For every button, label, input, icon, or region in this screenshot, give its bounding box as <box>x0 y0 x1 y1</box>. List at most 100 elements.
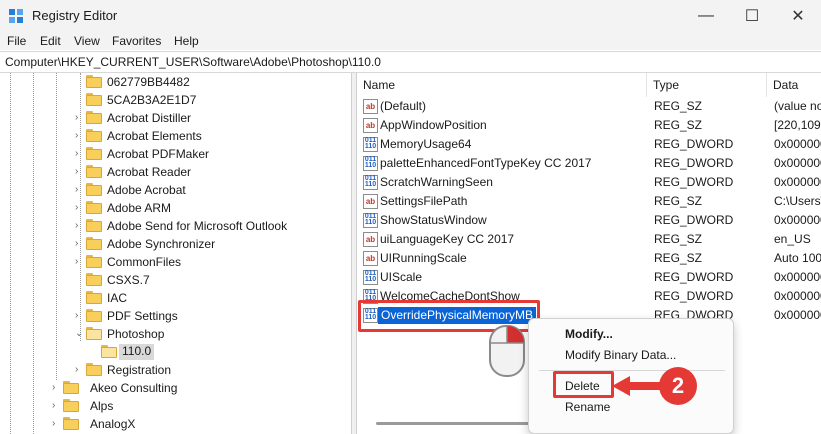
tree-item[interactable]: › Akeo Consulting <box>0 379 351 397</box>
value-name: MemoryUsage64 <box>380 137 472 151</box>
value-data: C:\Users\ <box>774 194 821 208</box>
value-type: REG_DWORD <box>654 213 734 227</box>
value-row[interactable]: 011 110 MemoryUsage64 REG_DWORD 0x000000 <box>357 135 821 154</box>
minimize-button[interactable]: — <box>683 0 729 32</box>
tree-item[interactable]: › Adobe ARM <box>0 199 351 217</box>
tree-item[interactable]: › Adobe Acrobat <box>0 181 351 199</box>
collapse-chevron-icon[interactable]: ⌄ <box>75 325 85 343</box>
expand-chevron-icon[interactable]: › <box>75 235 85 253</box>
value-type: REG_SZ <box>654 194 703 208</box>
value-row[interactable]: ab SettingsFilePath REG_SZ C:\Users\ <box>357 192 821 211</box>
tree-item[interactable]: › Acrobat Elements <box>0 127 351 145</box>
close-button[interactable]: ✕ <box>775 0 821 32</box>
menu-rename[interactable]: Rename <box>565 400 610 414</box>
tree-item-selected[interactable]: 110.0 <box>0 343 351 361</box>
expand-chevron-icon[interactable]: › <box>52 415 62 433</box>
value-row[interactable]: ab AppWindowPosition REG_SZ [220,109, <box>357 116 821 135</box>
tree-item[interactable]: › Acrobat Distiller <box>0 109 351 127</box>
tree-item-label: Adobe ARM <box>107 201 172 215</box>
value-name: AppWindowPosition <box>380 118 487 132</box>
tree-item-label: Acrobat Reader <box>107 165 192 179</box>
expand-chevron-icon[interactable]: › <box>75 109 85 127</box>
value-data: 0x000000 <box>774 308 821 322</box>
expand-chevron-icon[interactable]: › <box>75 217 85 235</box>
tree-item[interactable]: › PDF Settings <box>0 307 351 325</box>
value-row[interactable]: ab (Default) REG_SZ (value no <box>357 97 821 116</box>
maximize-button[interactable]: ☐ <box>729 0 775 32</box>
tree-item[interactable]: › Alps <box>0 397 351 415</box>
tree-item-label: Acrobat Distiller <box>107 111 192 125</box>
folder-icon <box>86 255 102 268</box>
menu-edit[interactable]: Edit <box>40 34 61 48</box>
tree-item[interactable]: › Acrobat Reader <box>0 163 351 181</box>
address-bar[interactable]: Computer\HKEY_CURRENT_USER\Software\Adob… <box>0 51 821 73</box>
menu-file[interactable]: File <box>7 34 26 48</box>
folder-icon <box>86 93 102 106</box>
folder-icon <box>86 309 102 322</box>
tree-item[interactable]: › Acrobat PDFMaker <box>0 145 351 163</box>
key-tree-pane[interactable]: 062779BB4482 5CA2B3A2E1D7 › Acrobat Dist… <box>0 73 352 434</box>
expand-chevron-icon[interactable]: › <box>75 361 85 379</box>
tree-item[interactable]: › Adobe Synchronizer <box>0 235 351 253</box>
tree-item[interactable]: CSXS.7 <box>0 271 351 289</box>
tree-item-label: CSXS.7 <box>107 273 150 287</box>
expand-chevron-icon[interactable]: › <box>52 397 62 415</box>
folder-icon <box>63 381 79 394</box>
menu-bar: File Edit View Favorites Help <box>0 32 821 50</box>
column-header-data[interactable]: Data <box>767 73 821 97</box>
expand-chevron-icon[interactable]: › <box>75 163 85 181</box>
tree-item[interactable]: 5CA2B3A2E1D7 <box>0 91 351 109</box>
tree-item-label: Registration <box>107 363 172 377</box>
value-data: 0x000000 <box>774 289 821 303</box>
value-row[interactable]: 011 110 ScratchWarningSeen REG_DWORD 0x0… <box>357 173 821 192</box>
tree-item[interactable]: IAC <box>0 289 351 307</box>
tree-item[interactable]: 062779BB4482 <box>0 73 351 91</box>
value-data: en_US <box>774 232 811 246</box>
tree-item-label: Adobe Send for Microsoft Outlook <box>107 219 288 233</box>
close-icon: ✕ <box>791 8 805 25</box>
column-header-type[interactable]: Type <box>647 73 767 97</box>
menu-view[interactable]: View <box>74 34 100 48</box>
menu-modify[interactable]: Modify... <box>565 327 613 341</box>
tree-item-label: 5CA2B3A2E1D7 <box>107 93 197 107</box>
value-data: 0x000000 <box>774 156 821 170</box>
tree-item-label: PDF Settings <box>107 309 178 323</box>
menu-favorites[interactable]: Favorites <box>112 34 161 48</box>
tree-item[interactable]: › Adobe Send for Microsoft Outlook <box>0 217 351 235</box>
folder-icon <box>63 399 79 412</box>
expand-chevron-icon[interactable]: › <box>75 199 85 217</box>
value-name: paletteEnhancedFontTypeKey CC 2017 <box>380 156 592 170</box>
folder-icon <box>86 237 102 250</box>
value-row[interactable]: 011 110 ShowStatusWindow REG_DWORD 0x000… <box>357 211 821 230</box>
pointer-arrow-icon <box>612 376 664 396</box>
tree-item[interactable]: › CommonFiles <box>0 253 351 271</box>
dword-value-icon: 011 110 <box>363 213 378 228</box>
folder-open-icon <box>86 327 102 340</box>
value-type: REG_DWORD <box>654 156 734 170</box>
value-row[interactable]: ab UIRunningScale REG_SZ Auto 100 <box>357 249 821 268</box>
step-badge: 2 <box>659 367 697 405</box>
dword-value-icon: 011 110 <box>363 156 378 171</box>
value-row[interactable]: 011 110 UIScale REG_DWORD 0x000000 <box>357 268 821 287</box>
value-row[interactable]: 011 110 paletteEnhancedFontTypeKey CC 20… <box>357 154 821 173</box>
folder-icon <box>86 147 102 160</box>
expand-chevron-icon[interactable]: › <box>75 253 85 271</box>
value-row[interactable]: ab uiLanguageKey CC 2017 REG_SZ en_US <box>357 230 821 249</box>
title-bar: Registry Editor — ☐ ✕ <box>0 0 821 32</box>
expand-chevron-icon[interactable]: › <box>75 181 85 199</box>
value-type: REG_DWORD <box>654 270 734 284</box>
tree-item[interactable]: › Registration <box>0 361 351 379</box>
menu-modify-binary[interactable]: Modify Binary Data... <box>565 348 676 362</box>
menu-help[interactable]: Help <box>174 34 199 48</box>
value-name: (Default) <box>380 99 427 113</box>
tree-item-photoshop[interactable]: ⌄ Photoshop <box>0 325 351 343</box>
tree-item[interactable]: › AnalogX <box>0 415 351 433</box>
address-path[interactable]: Computer\HKEY_CURRENT_USER\Software\Adob… <box>5 55 381 69</box>
expand-chevron-icon[interactable]: › <box>75 307 85 325</box>
value-name: ShowStatusWindow <box>380 213 487 227</box>
expand-chevron-icon[interactable]: › <box>75 127 85 145</box>
expand-chevron-icon[interactable]: › <box>75 145 85 163</box>
string-value-icon: ab <box>363 232 378 247</box>
column-header-name[interactable]: Name <box>357 73 647 97</box>
expand-chevron-icon[interactable]: › <box>52 379 62 397</box>
